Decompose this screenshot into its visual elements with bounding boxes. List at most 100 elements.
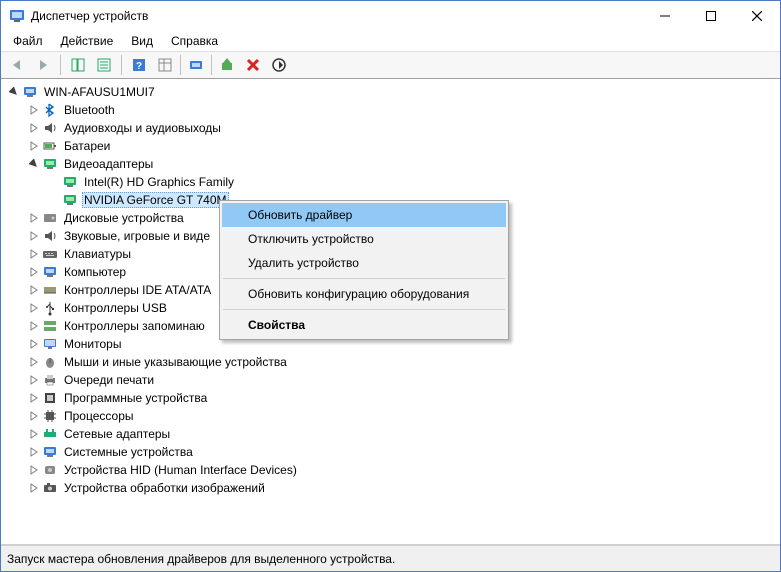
software-device-icon: [42, 390, 58, 406]
tree-node-imaging[interactable]: Устройства обработки изображений: [27, 479, 780, 497]
menu-file[interactable]: Файл: [5, 32, 51, 50]
keyboard-icon: [42, 246, 58, 262]
expand-icon[interactable]: [27, 265, 41, 279]
processor-icon: [42, 408, 58, 424]
window-title: Диспетчер устройств: [31, 9, 148, 23]
tree-node-print-queues[interactable]: Очереди печати: [27, 371, 780, 389]
expand-icon[interactable]: [27, 229, 41, 243]
show-hide-tree-button[interactable]: [66, 53, 90, 77]
expand-icon[interactable]: [27, 121, 41, 135]
controller-icon: [42, 282, 58, 298]
app-icon: [9, 8, 25, 24]
tree-node-batteries[interactable]: Батареи: [27, 137, 780, 155]
device-tree-pane[interactable]: WIN-AFAUSU1MUI7 Bluetooth Аудиовходы и а…: [1, 79, 780, 545]
uninstall-button[interactable]: [241, 53, 265, 77]
menu-action[interactable]: Действие: [53, 32, 122, 50]
tree-node-mice[interactable]: Мыши и иные указывающие устройства: [27, 353, 780, 371]
maximize-button[interactable]: [688, 1, 734, 31]
usb-icon: [42, 300, 58, 316]
audio-icon: [42, 228, 58, 244]
ctx-separator: [223, 278, 505, 279]
computer-icon: [22, 84, 38, 100]
battery-icon: [42, 138, 58, 154]
details-button[interactable]: [153, 53, 177, 77]
close-button[interactable]: [734, 1, 780, 31]
properties-button[interactable]: [92, 53, 116, 77]
expand-icon[interactable]: [27, 247, 41, 261]
ctx-update-driver[interactable]: Обновить драйвер: [222, 203, 506, 227]
expand-icon[interactable]: [27, 481, 41, 495]
display-adapter-icon: [42, 156, 58, 172]
tree-node-bluetooth[interactable]: Bluetooth: [27, 101, 780, 119]
printer-icon: [42, 372, 58, 388]
expand-icon[interactable]: [27, 283, 41, 297]
device-manager-window: Диспетчер устройств Файл Действие Вид Сп…: [0, 0, 781, 572]
expand-icon[interactable]: [7, 85, 21, 99]
forward-button[interactable]: [31, 53, 55, 77]
disk-icon: [42, 210, 58, 226]
tree-node-audio[interactable]: Аудиовходы и аудиовыходы: [27, 119, 780, 137]
expand-icon[interactable]: [27, 445, 41, 459]
expand-icon[interactable]: [27, 427, 41, 441]
bluetooth-icon: [42, 102, 58, 118]
back-button[interactable]: [5, 53, 29, 77]
tree-label: Контроллеры запоминаю: [62, 319, 207, 333]
tree-label: Видеоадаптеры: [62, 157, 155, 171]
tree-node-hid[interactable]: Устройства HID (Human Interface Devices): [27, 461, 780, 479]
expand-icon[interactable]: [27, 373, 41, 387]
ctx-properties[interactable]: Свойства: [222, 313, 506, 337]
ctx-scan-hardware[interactable]: Обновить конфигурацию оборудования: [222, 282, 506, 306]
tree-label: WIN-AFAUSU1MUI7: [42, 85, 157, 99]
tree-node-system[interactable]: Системные устройства: [27, 443, 780, 461]
tree-label: Сетевые адаптеры: [62, 427, 172, 441]
tree-node-display-adapters[interactable]: Видеоадаптеры: [27, 155, 780, 173]
menu-help[interactable]: Справка: [163, 32, 226, 50]
tree-label: Intel(R) HD Graphics Family: [82, 175, 236, 189]
status-text: Запуск мастера обновления драйверов для …: [7, 552, 395, 566]
ctx-disable-device[interactable]: Отключить устройство: [222, 227, 506, 251]
expand-icon[interactable]: [27, 103, 41, 117]
storage-icon: [42, 318, 58, 334]
menu-view[interactable]: Вид: [123, 32, 161, 50]
tree-root[interactable]: WIN-AFAUSU1MUI7: [7, 83, 780, 101]
expand-icon[interactable]: [27, 355, 41, 369]
expand-icon[interactable]: [27, 409, 41, 423]
tree-label: Мониторы: [62, 337, 123, 351]
context-menu: Обновить драйвер Отключить устройство Уд…: [219, 200, 509, 340]
expand-icon[interactable]: [27, 463, 41, 477]
titlebar: Диспетчер устройств: [1, 1, 780, 31]
scan-hardware-button[interactable]: [184, 53, 208, 77]
hid-icon: [42, 462, 58, 478]
tree-label: Аудиовходы и аудиовыходы: [62, 121, 223, 135]
statusbar: Запуск мастера обновления драйверов для …: [1, 545, 780, 571]
computer-icon: [42, 264, 58, 280]
expand-icon[interactable]: [27, 211, 41, 225]
tree-node-processors[interactable]: Процессоры: [27, 407, 780, 425]
toolbar: ?: [1, 51, 780, 79]
update-driver-button[interactable]: [215, 53, 239, 77]
tree-node-network[interactable]: Сетевые адаптеры: [27, 425, 780, 443]
ctx-separator: [223, 309, 505, 310]
minimize-button[interactable]: [642, 1, 688, 31]
tree-label: Контроллеры IDE ATA/ATA: [62, 283, 213, 297]
system-device-icon: [42, 444, 58, 460]
tree-label: Контроллеры USB: [62, 301, 169, 315]
expand-icon[interactable]: [27, 139, 41, 153]
tree-node-intel-gpu[interactable]: Intel(R) HD Graphics Family: [47, 173, 780, 191]
collapse-icon[interactable]: [27, 157, 41, 171]
ctx-uninstall-device[interactable]: Удалить устройство: [222, 251, 506, 275]
tree-label: Компьютер: [62, 265, 128, 279]
expand-icon[interactable]: [27, 319, 41, 333]
tree-label: Bluetooth: [62, 103, 117, 117]
expand-icon[interactable]: [27, 301, 41, 315]
help-button[interactable]: ?: [127, 53, 151, 77]
display-adapter-icon: [62, 174, 78, 190]
tree-label: Батареи: [62, 139, 112, 153]
tree-node-software[interactable]: Программные устройства: [27, 389, 780, 407]
expand-icon[interactable]: [27, 337, 41, 351]
tree-label: Мыши и иные указывающие устройства: [62, 355, 289, 369]
expand-icon[interactable]: [27, 391, 41, 405]
tree-label: Устройства обработки изображений: [62, 481, 267, 495]
disable-button[interactable]: [267, 53, 291, 77]
tree-label: Клавиатуры: [62, 247, 133, 261]
